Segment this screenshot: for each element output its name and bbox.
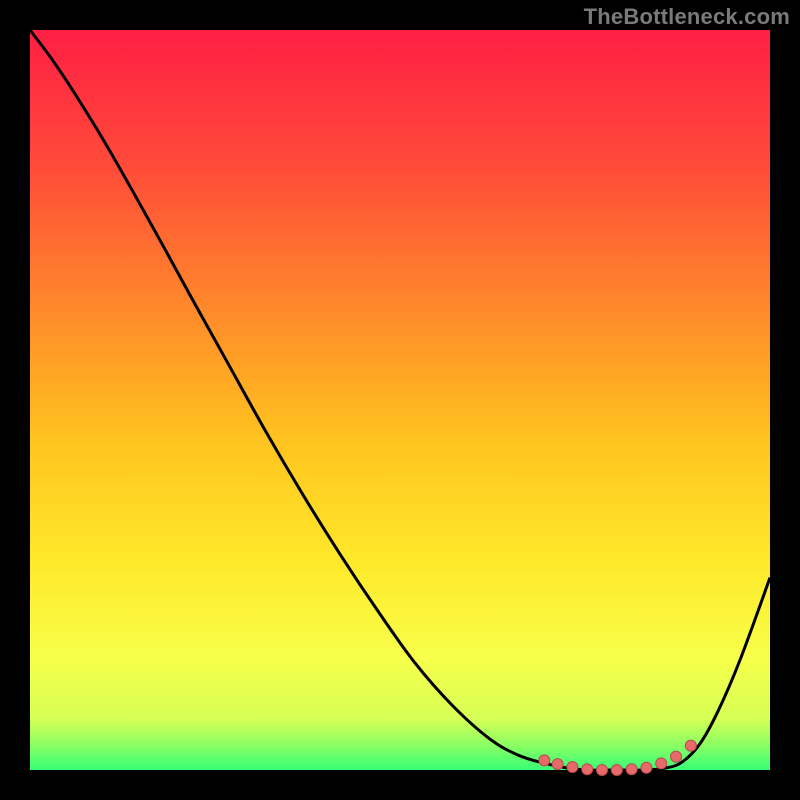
chart-stage: TheBottleneck.com bbox=[0, 0, 800, 800]
optimal-dot bbox=[582, 764, 593, 775]
optimal-dot bbox=[656, 758, 667, 769]
optimal-dot bbox=[611, 765, 622, 776]
plot-background bbox=[30, 30, 770, 770]
optimal-dot bbox=[685, 740, 696, 751]
optimal-dot bbox=[626, 764, 637, 775]
bottleneck-chart bbox=[0, 0, 800, 800]
optimal-dot bbox=[641, 762, 652, 773]
optimal-dot bbox=[552, 759, 563, 770]
optimal-dot bbox=[539, 755, 550, 766]
optimal-dot bbox=[597, 765, 608, 776]
optimal-dot bbox=[567, 762, 578, 773]
optimal-dot bbox=[671, 751, 682, 762]
